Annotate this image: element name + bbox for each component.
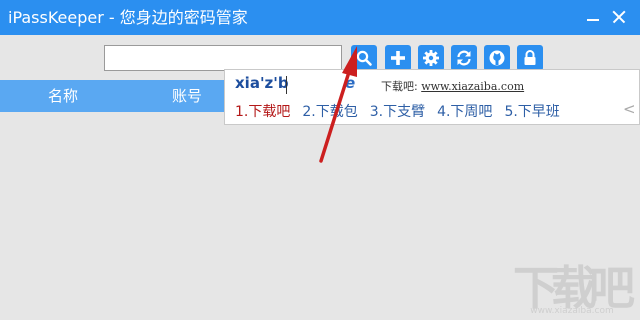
close-icon[interactable] [608, 6, 630, 28]
ime-candidate-list: 1.下载吧 2.下载包 3.下支臂 4.下周吧 5.下早班 [235, 101, 572, 121]
ime-ad[interactable]: 下载吧: www.xiazaiba.com [381, 78, 524, 94]
search-input[interactable] [104, 45, 342, 71]
ime-ad-url[interactable]: www.xiazaiba.com [421, 80, 524, 93]
ime-candidate[interactable]: 4.下周吧 [437, 101, 492, 121]
window-title: iPassKeeper - 您身边的密码管家 [8, 8, 248, 27]
refresh-icon [457, 50, 471, 66]
lock-button[interactable] [517, 45, 543, 71]
title-bar: iPassKeeper - 您身边的密码管家 [0, 0, 640, 35]
text-caret [286, 76, 287, 94]
add-button[interactable] [385, 45, 411, 71]
ime-candidate[interactable]: 2.下载包 [302, 101, 357, 121]
ime-ad-label: 下载吧: [381, 80, 418, 93]
ime-logo: e [345, 74, 356, 92]
ime-candidate[interactable]: 1.下载吧 [235, 101, 290, 121]
gear-icon [423, 50, 439, 66]
plus-icon [391, 51, 405, 65]
watermark-url: www.xiazaiba.com [530, 306, 614, 316]
github-button[interactable] [484, 45, 510, 71]
ime-composition: xia'z'b [235, 74, 289, 92]
sync-button[interactable] [451, 45, 477, 71]
settings-button[interactable] [418, 45, 444, 71]
minimize-icon[interactable] [582, 6, 604, 28]
search-icon [356, 50, 372, 66]
ime-candidate-window: xia'z'b e 下载吧: www.xiazaiba.com 1.下载吧 2.… [224, 69, 640, 125]
ime-candidate[interactable]: 3.下支臂 [370, 101, 425, 121]
ime-candidate[interactable]: 5.下早班 [504, 101, 559, 121]
search-button[interactable] [351, 45, 377, 71]
github-icon [489, 50, 505, 66]
column-header-account[interactable]: 账号 [172, 87, 202, 105]
lock-icon [524, 50, 536, 65]
column-header-name[interactable]: 名称 [48, 87, 78, 105]
watermark: 下 载 吧 www.xiazaiba.com [510, 262, 635, 316]
chevron-left-icon[interactable]: < [623, 100, 636, 118]
